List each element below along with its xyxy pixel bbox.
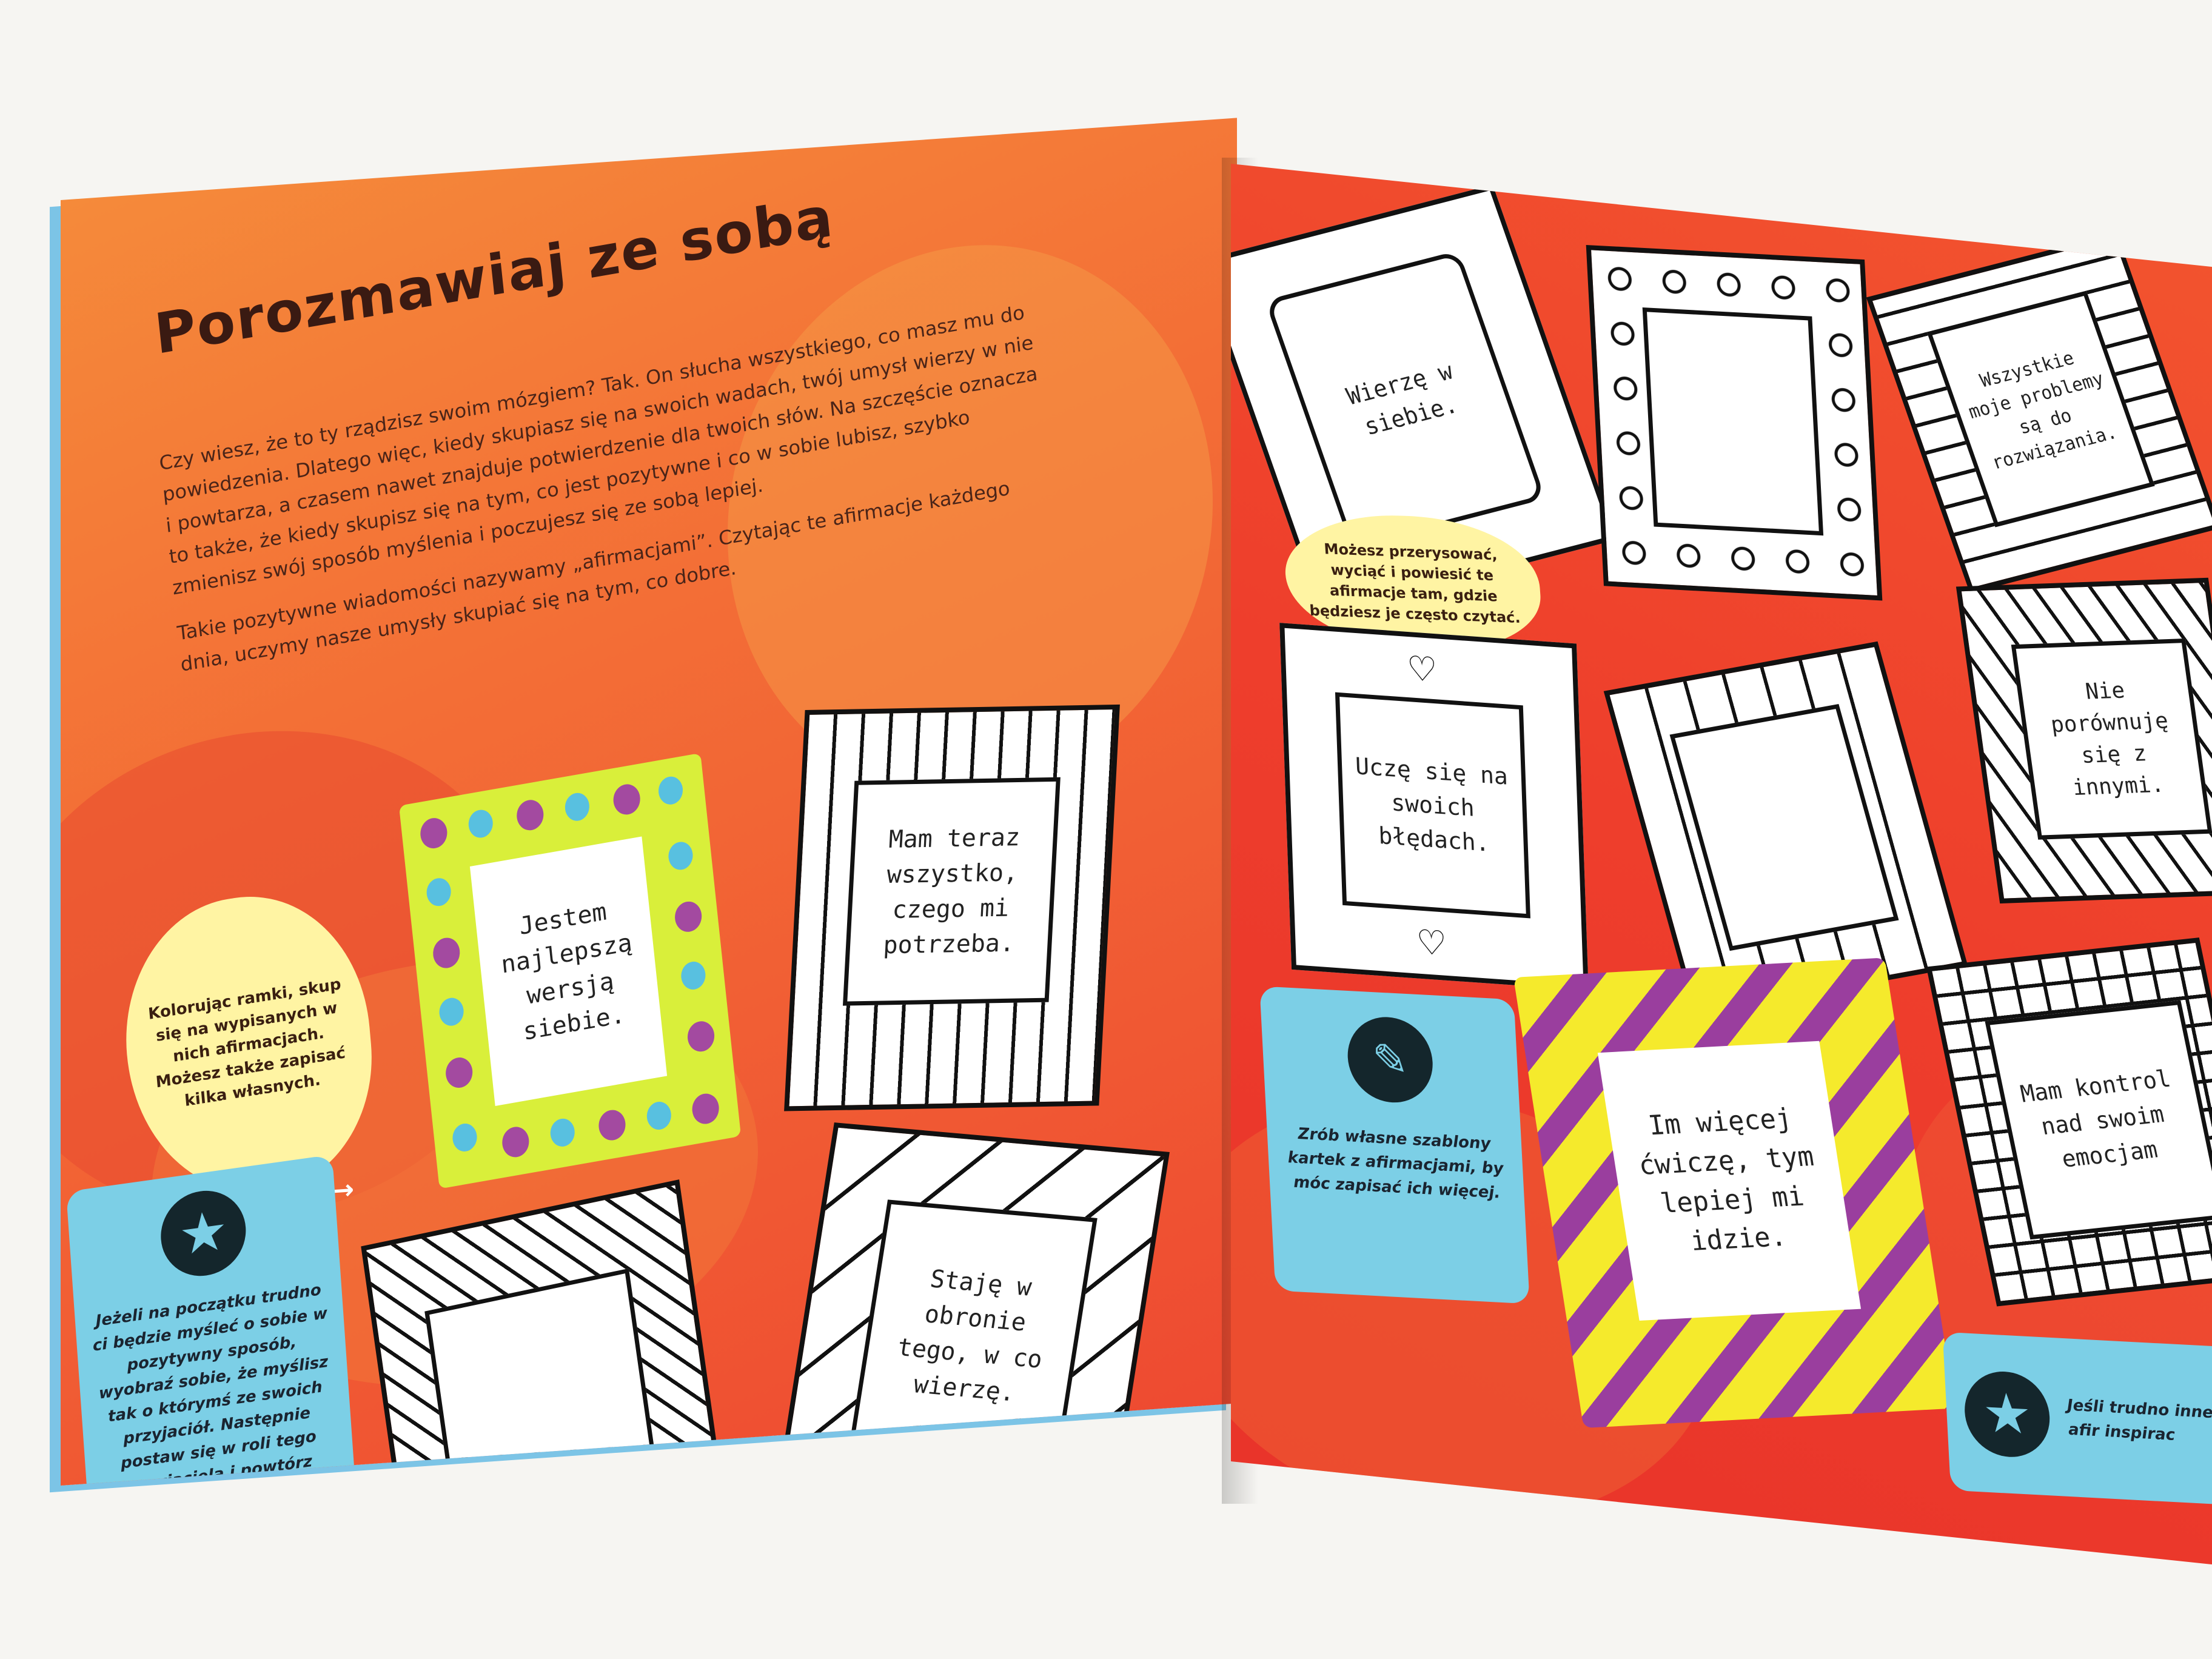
- dot: [686, 1019, 716, 1054]
- hearts-frame: ♡ ♡ Uczę się na swoich błędach.: [1279, 623, 1589, 991]
- frame-text-area: Uczę się na swoich błędach.: [1335, 692, 1530, 919]
- dot: [612, 782, 642, 817]
- dot: [657, 774, 685, 806]
- frame-text-area: Nie porównuję się z innymi.: [2011, 638, 2212, 840]
- frame-text-area: Im więcej ćwiczę, tym lepiej mi idzie.: [1597, 1041, 1862, 1321]
- open-book: Porozmawiaj ze sobą Czy wiesz, że to ty …: [24, 118, 2212, 1566]
- star-tip-box-partial: ★ Jeśli trudno inne afir inspirac: [1942, 1332, 2212, 1506]
- dot: [500, 1124, 531, 1159]
- wavy-stripe-frame: Mam teraz wszystko, czego mi potrzeba.: [784, 704, 1120, 1111]
- dot: [597, 1108, 627, 1143]
- mosaic-frame: Nie porównuję się z innymi.: [1956, 577, 2212, 903]
- pencil-tip-text: Zrób własne szablony kartek z afirmacjam…: [1287, 1124, 1504, 1202]
- heart-icon: ♡: [1406, 648, 1438, 691]
- dot: [444, 1055, 474, 1090]
- frame-text-area: Mam teraz wszystko, czego mi potrzeba.: [842, 777, 1061, 1006]
- page-title: Porozmawiaj ze sobą: [152, 184, 837, 367]
- frame-text-area: Staję w obronie tego, w co wierzę.: [848, 1199, 1098, 1473]
- circles-frame: [1586, 244, 1883, 601]
- heart-icon: ♡: [1415, 922, 1448, 964]
- plank-frame: [1603, 641, 1968, 1016]
- dot: [645, 1099, 673, 1132]
- frame-text-area: Wierzę w siebie.: [1264, 250, 1546, 549]
- frame-text-area: [1669, 703, 1899, 951]
- right-page: Wierzę w siebie. Wszystkie moje problemy…: [1231, 164, 2212, 1566]
- frame-text-area: Jestem najlepszą wersją siebie.: [469, 836, 668, 1106]
- affirmation-text: Nie porównuję się z innymi.: [2049, 678, 2170, 801]
- affirmation-text: Jestem najlepszą wersją siebie.: [500, 897, 634, 1046]
- dot: [673, 899, 703, 934]
- affirmation-text: Im więcej ćwiczę, tym lepiej mi idzie.: [1636, 1102, 1816, 1258]
- dot: [691, 1091, 721, 1127]
- star-icon: ★: [1962, 1369, 2052, 1460]
- dot: [549, 1116, 577, 1149]
- coloring-tip-text: Kolorując ramki, skup się na wypisanych …: [147, 975, 346, 1111]
- dot: [467, 808, 495, 840]
- geometric-frame: Staję w obronie tego, w co wierzę.: [771, 1122, 1170, 1486]
- dot: [425, 876, 452, 908]
- dot: [438, 996, 465, 1028]
- dot: [515, 797, 545, 833]
- frame-text-area: [424, 1268, 665, 1486]
- lime-dotted-frame: Jestem najlepszą wersją siebie.: [398, 752, 742, 1189]
- star-tip-box: ★ Jeżeli na początku trudno ci będzie my…: [65, 1155, 359, 1486]
- pencil-tip-box: ✎ Zrób własne szablony kartek z afirmacj…: [1259, 986, 1530, 1304]
- dot: [451, 1121, 478, 1154]
- dot: [667, 840, 694, 872]
- dot: [680, 959, 707, 992]
- striped-frame: Im więcej ćwiczę, tym lepiej mi idzie.: [1513, 957, 1956, 1429]
- affirmation-text: Wszystkie moje problemy są do rozwiązani…: [1965, 347, 2120, 474]
- dot: [418, 816, 449, 851]
- wavy-border-frame: Wszystkie moje problemy są do rozwiązani…: [1866, 232, 2212, 594]
- star-tip-text-partial: Jeśli trudno inne afir inspirac: [2066, 1396, 2212, 1445]
- dot: [563, 791, 591, 823]
- affirmation-text: Uczę się na swoich błędach.: [1355, 752, 1509, 857]
- frame-text-area: Wszystkie moje problemy są do rozwiązani…: [1926, 290, 2155, 528]
- affirmation-text: Mam teraz wszystko, czego mi potrzeba.: [882, 823, 1021, 960]
- star-icon: ★: [158, 1185, 249, 1282]
- pencil-icon: ✎: [1346, 1014, 1435, 1105]
- left-page: Porozmawiaj ze sobą Czy wiesz, że to ty …: [61, 118, 1237, 1486]
- affirmation-text: Wierzę w siebie.: [1342, 357, 1461, 441]
- affirmation-text: Staję w obronie tego, w co wierzę.: [895, 1265, 1045, 1407]
- dot: [431, 936, 461, 971]
- frame-text-area: Mam kontrol nad swoim emocjam: [1985, 1000, 2212, 1240]
- affirmation-text: Mam kontrol nad swoim emocjam: [2018, 1065, 2173, 1173]
- frame-text-area: [1642, 307, 1824, 536]
- reuse-tip-text: Możesz przerysować, wyciąć i powiesić te…: [1309, 540, 1521, 626]
- star-tip-text: Jeżeli na początku trudno ci będzie myśl…: [92, 1281, 332, 1486]
